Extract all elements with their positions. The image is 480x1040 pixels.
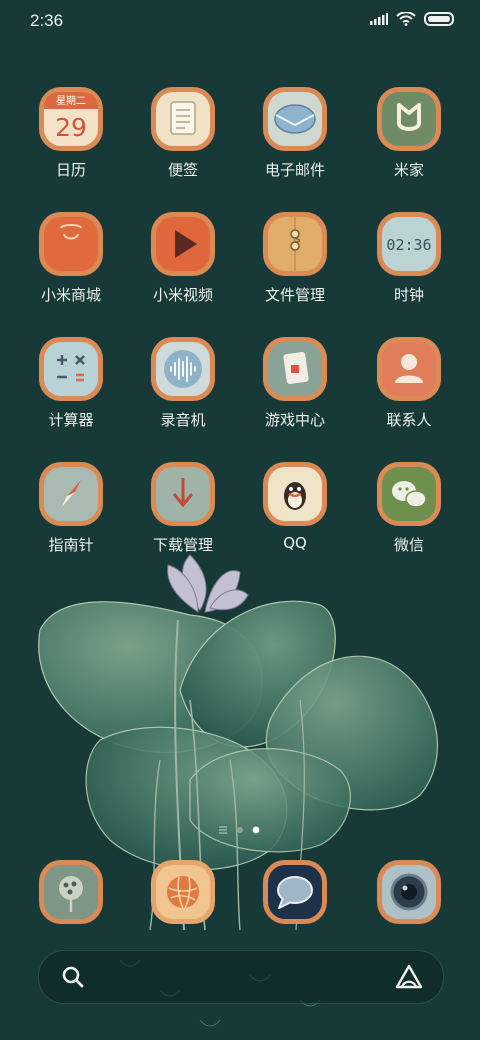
wechat-icon [377, 462, 441, 526]
contacts-icon [377, 337, 441, 401]
app-downloads[interactable]: 下载管理 [128, 460, 238, 570]
app-label: 米家 [393, 161, 424, 179]
app-game-center[interactable]: 游戏中心 [240, 335, 350, 445]
wifi-icon [396, 12, 416, 26]
app-label: 联系人 [386, 411, 432, 429]
app-contacts[interactable]: 联系人 [354, 335, 464, 445]
app-calendar[interactable]: 星期二 29 日历 [16, 85, 126, 195]
calendar-day: 29 [55, 113, 87, 142]
app-notes[interactable]: 便签 [128, 85, 238, 195]
video-play-icon [151, 212, 215, 276]
page-dot-3-current [252, 826, 260, 834]
compass-icon [39, 462, 103, 526]
app-compass[interactable]: 指南针 [16, 460, 126, 570]
camera-icon [377, 860, 441, 924]
app-qq[interactable]: QQ [240, 460, 350, 570]
app-label: 便签 [167, 161, 198, 179]
app-recorder[interactable]: 录音机 [128, 335, 238, 445]
app-clock[interactable]: 02:36 时钟 [354, 210, 464, 320]
app-label: 文件管理 [264, 286, 325, 304]
signal-icon [370, 13, 388, 25]
app-wechat[interactable]: 微信 [354, 460, 464, 570]
notes-icon [151, 87, 215, 151]
app-label: 微信 [393, 536, 424, 554]
search-bar[interactable] [38, 950, 444, 1004]
app-label: 小米视频 [152, 286, 213, 304]
page-indicator[interactable] [0, 823, 480, 837]
app-calculator[interactable]: 计算器 [16, 335, 126, 445]
game-center-icon [263, 337, 327, 401]
clock-icon: 02:36 [377, 212, 441, 276]
shopping-bag-icon [39, 212, 103, 276]
app-mijia[interactable]: 米家 [354, 85, 464, 195]
calendar-icon: 星期二 29 [39, 87, 103, 151]
app-label: QQ [283, 534, 307, 552]
battery-icon [424, 12, 454, 26]
app-label: 计算器 [48, 411, 94, 429]
recorder-icon [151, 337, 215, 401]
app-label: 小米商城 [40, 286, 101, 304]
app-label: 录音机 [160, 411, 206, 429]
app-label: 时钟 [393, 286, 424, 304]
mijia-icon [377, 87, 441, 151]
app-mi-store[interactable]: 小米商城 [16, 210, 126, 320]
page-dot-1 [219, 826, 227, 834]
file-folder-icon [263, 212, 327, 276]
app-file-manager[interactable]: 文件管理 [240, 210, 350, 320]
browser-icon [151, 860, 215, 924]
qq-icon [263, 462, 327, 526]
app-label: 指南针 [48, 536, 94, 554]
app-label: 日历 [55, 161, 86, 179]
app-mi-video[interactable]: 小米视频 [128, 210, 238, 320]
calculator-icon [39, 337, 103, 401]
phone-lotus-icon [39, 860, 103, 924]
app-label: 电子邮件 [264, 161, 325, 179]
app-label: 下载管理 [152, 536, 213, 554]
page-dot-2 [237, 827, 243, 833]
messages-icon [263, 860, 327, 924]
status-bar: 2:36 [0, 0, 480, 44]
status-time: 2:36 [30, 11, 64, 30]
download-icon [151, 462, 215, 526]
app-email[interactable]: 电子邮件 [240, 85, 350, 195]
clock-time: 02:36 [386, 236, 431, 254]
email-icon [263, 87, 327, 151]
search-icon[interactable] [61, 965, 85, 989]
calendar-weekday: 星期二 [56, 95, 86, 107]
app-label: 游戏中心 [264, 411, 325, 429]
assistant-icon[interactable] [395, 964, 423, 990]
